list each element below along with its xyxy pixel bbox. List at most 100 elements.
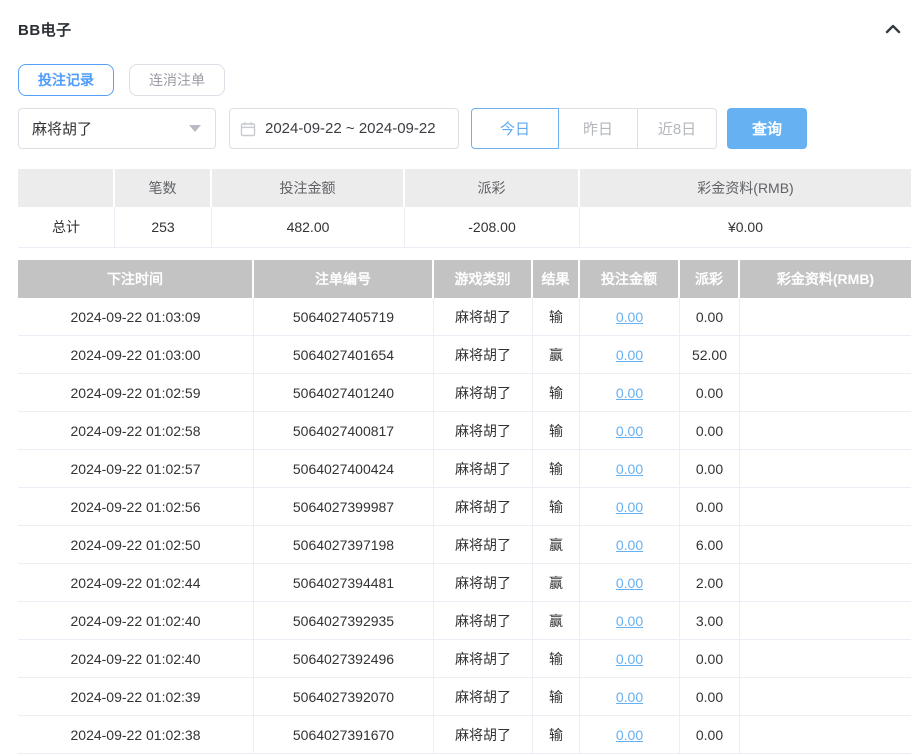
cell-bonus bbox=[740, 374, 911, 412]
header-bet-amount: 投注金额 bbox=[580, 260, 680, 298]
cell-bet-time: 2024-09-22 01:02:40 bbox=[18, 640, 254, 678]
cell-result: 赢 bbox=[533, 526, 580, 564]
summary-total-row: 总计 253 482.00 -208.00 ¥0.00 bbox=[18, 207, 911, 248]
table-row: 2024-09-22 01:02:38 5064027391670 麻将胡了 输… bbox=[18, 716, 911, 754]
cell-game-type: 麻将胡了 bbox=[434, 450, 533, 488]
bet-table: 下注时间 注单编号 游戏类别 结果 投注金额 派彩 彩金资料(RMB) 2024… bbox=[18, 260, 911, 754]
cell-game-type: 麻将胡了 bbox=[434, 412, 533, 450]
summary-header-bonus: 彩金资料(RMB) bbox=[580, 169, 911, 207]
bet-amount-link[interactable]: 0.00 bbox=[616, 385, 643, 401]
cell-order-no: 5064027391670 bbox=[254, 716, 434, 754]
filter-toolbar: 麻将胡了 2024-09-22 ~ 2024-09-22 今日 昨日 近8日 查… bbox=[18, 108, 914, 149]
summary-total-bet-amount: 482.00 bbox=[212, 207, 405, 248]
cell-order-no: 5064027392496 bbox=[254, 640, 434, 678]
header-payout: 派彩 bbox=[680, 260, 740, 298]
cell-payout: 0.00 bbox=[680, 374, 740, 412]
date-range-value: 2024-09-22 ~ 2024-09-22 bbox=[265, 120, 436, 137]
bet-amount-link[interactable]: 0.00 bbox=[616, 575, 643, 591]
bet-amount-link[interactable]: 0.00 bbox=[616, 309, 643, 325]
summary-table-header: 笔数 投注金额 派彩 彩金资料(RMB) bbox=[18, 169, 911, 207]
table-row: 2024-09-22 01:02:50 5064027397198 麻将胡了 赢… bbox=[18, 526, 911, 564]
cell-game-type: 麻将胡了 bbox=[434, 336, 533, 374]
bet-amount-link[interactable]: 0.00 bbox=[616, 423, 643, 439]
chevron-up-icon bbox=[883, 19, 903, 39]
header-order-no: 注单编号 bbox=[254, 260, 434, 298]
cell-order-no: 5064027399987 bbox=[254, 488, 434, 526]
header-bonus: 彩金资料(RMB) bbox=[740, 260, 911, 298]
cell-game-type: 麻将胡了 bbox=[434, 526, 533, 564]
cell-payout: 52.00 bbox=[680, 336, 740, 374]
tab-bet-records[interactable]: 投注记录 bbox=[18, 64, 114, 96]
cell-bonus bbox=[740, 716, 911, 754]
bet-amount-link[interactable]: 0.00 bbox=[616, 689, 643, 705]
bet-amount-link[interactable]: 0.00 bbox=[616, 499, 643, 515]
cell-payout: 0.00 bbox=[680, 640, 740, 678]
cell-result: 赢 bbox=[533, 602, 580, 640]
cell-bonus bbox=[740, 678, 911, 716]
cell-result: 赢 bbox=[533, 336, 580, 374]
cell-order-no: 5064027401240 bbox=[254, 374, 434, 412]
bet-table-body: 2024-09-22 01:03:09 5064027405719 麻将胡了 输… bbox=[18, 298, 911, 754]
search-button[interactable]: 查询 bbox=[727, 108, 807, 149]
quick-range-yesterday-button[interactable]: 昨日 bbox=[558, 108, 638, 149]
summary-table: 笔数 投注金额 派彩 彩金资料(RMB) 总计 253 482.00 -208.… bbox=[18, 169, 911, 248]
cell-bonus bbox=[740, 450, 911, 488]
cell-bet-time: 2024-09-22 01:02:57 bbox=[18, 450, 254, 488]
table-row: 2024-09-22 01:02:39 5064027392070 麻将胡了 输… bbox=[18, 678, 911, 716]
chevron-down-icon bbox=[189, 125, 201, 132]
cell-bonus bbox=[740, 488, 911, 526]
bet-amount-link[interactable]: 0.00 bbox=[616, 347, 643, 363]
quick-range-group: 今日 昨日 近8日 bbox=[471, 108, 717, 149]
game-select-value: 麻将胡了 bbox=[32, 118, 92, 139]
page-title: BB电子 bbox=[18, 19, 72, 40]
cell-bet-time: 2024-09-22 01:02:59 bbox=[18, 374, 254, 412]
cell-order-no: 5064027400817 bbox=[254, 412, 434, 450]
cell-game-type: 麻将胡了 bbox=[434, 374, 533, 412]
cell-bet-time: 2024-09-22 01:03:09 bbox=[18, 298, 254, 336]
cell-order-no: 5064027392070 bbox=[254, 678, 434, 716]
cell-game-type: 麻将胡了 bbox=[434, 602, 533, 640]
cell-bet-time: 2024-09-22 01:02:50 bbox=[18, 526, 254, 564]
date-range-picker[interactable]: 2024-09-22 ~ 2024-09-22 bbox=[229, 108, 459, 149]
collapse-panel-button[interactable] bbox=[882, 18, 904, 40]
cell-bet-time: 2024-09-22 01:02:56 bbox=[18, 488, 254, 526]
cell-result: 输 bbox=[533, 412, 580, 450]
cell-payout: 0.00 bbox=[680, 488, 740, 526]
quick-range-today-button[interactable]: 今日 bbox=[471, 108, 559, 149]
cell-bet-time: 2024-09-22 01:02:58 bbox=[18, 412, 254, 450]
summary-total-bonus: ¥0.00 bbox=[580, 207, 911, 248]
cell-result: 输 bbox=[533, 298, 580, 336]
cell-bonus bbox=[740, 640, 911, 678]
bet-amount-link[interactable]: 0.00 bbox=[616, 651, 643, 667]
cell-game-type: 麻将胡了 bbox=[434, 298, 533, 336]
header-result: 结果 bbox=[533, 260, 580, 298]
bet-amount-link[interactable]: 0.00 bbox=[616, 537, 643, 553]
cell-payout: 0.00 bbox=[680, 298, 740, 336]
tab-cancelled-orders[interactable]: 连消注单 bbox=[129, 64, 225, 96]
table-row: 2024-09-22 01:02:59 5064027401240 麻将胡了 输… bbox=[18, 374, 911, 412]
panel-header: BB电子 bbox=[18, 18, 914, 40]
cell-game-type: 麻将胡了 bbox=[434, 716, 533, 754]
summary-header-blank bbox=[18, 169, 115, 207]
cell-game-type: 麻将胡了 bbox=[434, 678, 533, 716]
quick-range-8days-button[interactable]: 近8日 bbox=[637, 108, 717, 149]
bet-amount-link[interactable]: 0.00 bbox=[616, 461, 643, 477]
bet-amount-link[interactable]: 0.00 bbox=[616, 613, 643, 629]
summary-header-payout: 派彩 bbox=[405, 169, 580, 207]
cell-payout: 0.00 bbox=[680, 450, 740, 488]
summary-total-count: 253 bbox=[115, 207, 212, 248]
bet-amount-link[interactable]: 0.00 bbox=[616, 727, 643, 743]
cell-order-no: 5064027394481 bbox=[254, 564, 434, 602]
game-select[interactable]: 麻将胡了 bbox=[18, 108, 216, 149]
cell-bet-time: 2024-09-22 01:02:40 bbox=[18, 602, 254, 640]
record-tabs: 投注记录 连消注单 bbox=[18, 64, 914, 96]
cell-bonus bbox=[740, 298, 911, 336]
cell-order-no: 5064027405719 bbox=[254, 298, 434, 336]
cell-bet-time: 2024-09-22 01:02:39 bbox=[18, 678, 254, 716]
bet-table-header: 下注时间 注单编号 游戏类别 结果 投注金额 派彩 彩金资料(RMB) bbox=[18, 260, 911, 298]
cell-bet-time: 2024-09-22 01:02:44 bbox=[18, 564, 254, 602]
cell-order-no: 5064027392935 bbox=[254, 602, 434, 640]
table-row: 2024-09-22 01:02:58 5064027400817 麻将胡了 输… bbox=[18, 412, 911, 450]
table-row: 2024-09-22 01:03:00 5064027401654 麻将胡了 赢… bbox=[18, 336, 911, 374]
cell-payout: 0.00 bbox=[680, 678, 740, 716]
